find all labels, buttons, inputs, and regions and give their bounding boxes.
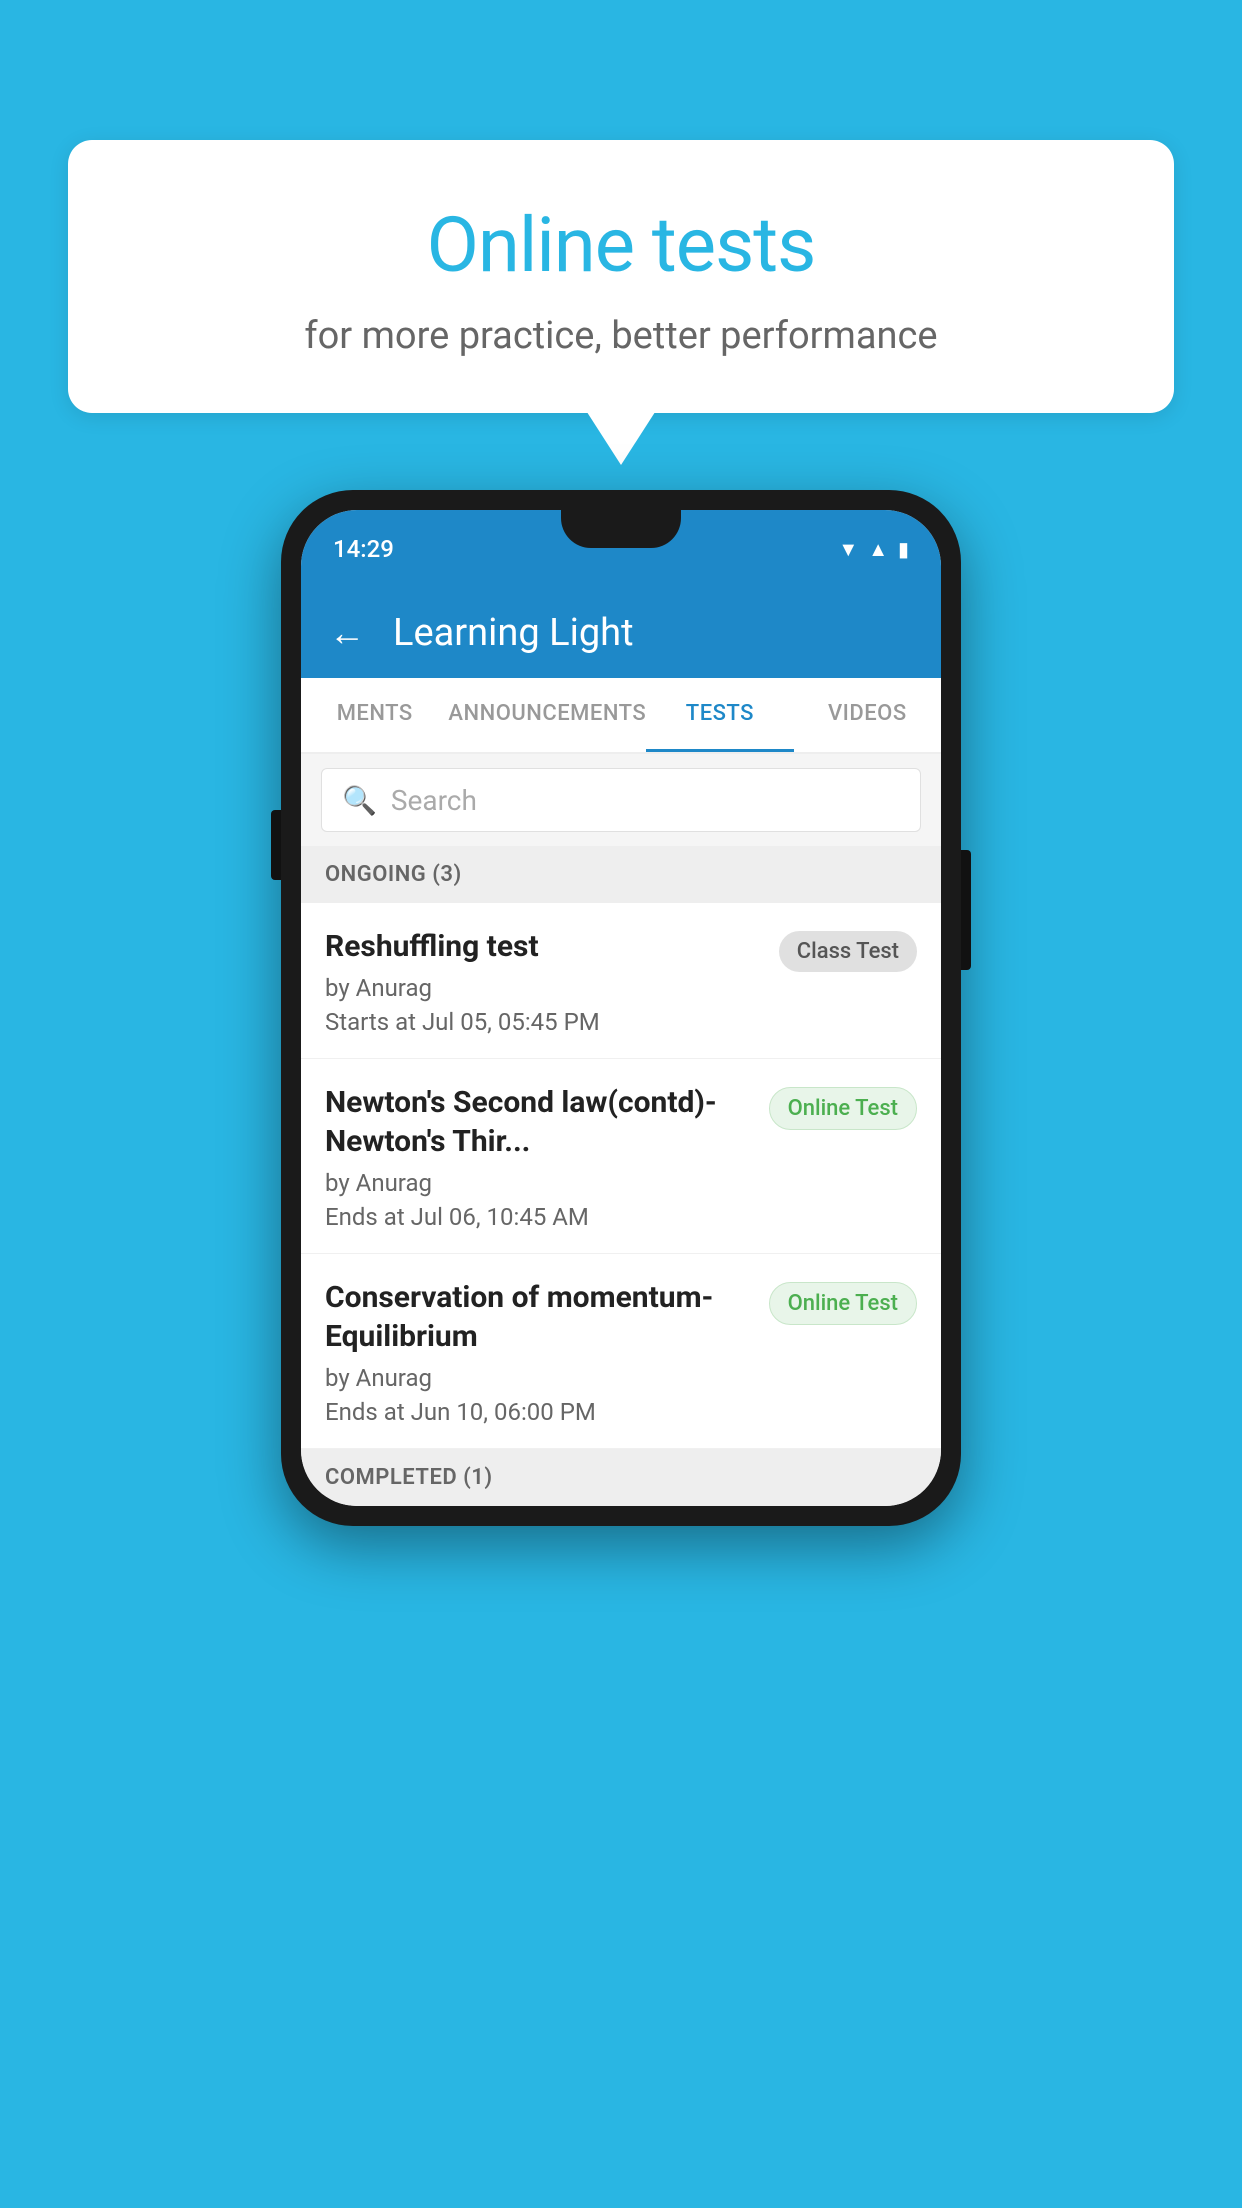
speech-bubble-container: Online tests for more practice, better p…	[68, 140, 1174, 413]
back-button[interactable]: ←	[329, 612, 365, 654]
status-bar: 14:29	[301, 510, 941, 588]
speech-bubble: Online tests for more practice, better p…	[68, 140, 1174, 413]
test-item-newtons-badge: Online Test	[769, 1087, 917, 1130]
app-bar-title: Learning Light	[393, 611, 634, 655]
test-item-conservation-author: by Anurag	[325, 1364, 749, 1392]
app-bar: ← Learning Light	[301, 588, 941, 678]
test-item-reshuffling-content: Reshuffling test by Anurag Starts at Jul…	[325, 927, 779, 1036]
test-item-conservation[interactable]: Conservation of momentum-Equilibrium by …	[301, 1254, 941, 1449]
completed-section-header: COMPLETED (1)	[301, 1449, 941, 1506]
search-icon: 🔍	[342, 784, 377, 817]
test-item-reshuffling-badge: Class Test	[779, 931, 917, 972]
battery-icon	[898, 537, 909, 562]
test-item-newtons-time: Ends at Jul 06, 10:45 AM	[325, 1203, 749, 1231]
status-time: 14:29	[333, 535, 394, 563]
status-icons	[838, 537, 909, 562]
test-item-newtons-author: by Anurag	[325, 1169, 749, 1197]
wifi-icon	[838, 537, 858, 562]
search-container: 🔍 Search	[301, 754, 941, 846]
test-item-reshuffling-author: by Anurag	[325, 974, 759, 1002]
test-item-reshuffling[interactable]: Reshuffling test by Anurag Starts at Jul…	[301, 903, 941, 1059]
test-item-conservation-badge: Online Test	[769, 1282, 917, 1325]
test-item-reshuffling-time: Starts at Jul 05, 05:45 PM	[325, 1008, 759, 1036]
test-item-conservation-time: Ends at Jun 10, 06:00 PM	[325, 1398, 749, 1426]
online-tests-title: Online tests	[118, 200, 1124, 290]
phone-wrapper: 14:29 ← Learning Light MENTS ANNOUNCEMEN…	[281, 490, 961, 1526]
tab-tests[interactable]: TESTS	[646, 678, 793, 752]
ongoing-section-header: ONGOING (3)	[301, 846, 941, 903]
tab-videos[interactable]: VIDEOS	[794, 678, 941, 752]
test-item-newtons-content: Newton's Second law(contd)-Newton's Thir…	[325, 1083, 769, 1231]
phone-frame: 14:29 ← Learning Light MENTS ANNOUNCEMEN…	[281, 490, 961, 1526]
tab-ments[interactable]: MENTS	[301, 678, 448, 752]
search-placeholder: Search	[391, 784, 477, 817]
test-item-newtons-name: Newton's Second law(contd)-Newton's Thir…	[325, 1083, 749, 1161]
test-item-reshuffling-name: Reshuffling test	[325, 927, 759, 966]
search-box[interactable]: 🔍 Search	[321, 768, 921, 832]
tab-announcements[interactable]: ANNOUNCEMENTS	[448, 678, 646, 752]
tabs-bar: MENTS ANNOUNCEMENTS TESTS VIDEOS	[301, 678, 941, 754]
signal-icon	[868, 537, 888, 562]
phone-screen: 14:29 ← Learning Light MENTS ANNOUNCEMEN…	[301, 510, 941, 1506]
test-item-conservation-content: Conservation of momentum-Equilibrium by …	[325, 1278, 769, 1426]
online-tests-subtitle: for more practice, better performance	[118, 314, 1124, 358]
test-item-conservation-name: Conservation of momentum-Equilibrium	[325, 1278, 749, 1356]
test-item-newtons[interactable]: Newton's Second law(contd)-Newton's Thir…	[301, 1059, 941, 1254]
